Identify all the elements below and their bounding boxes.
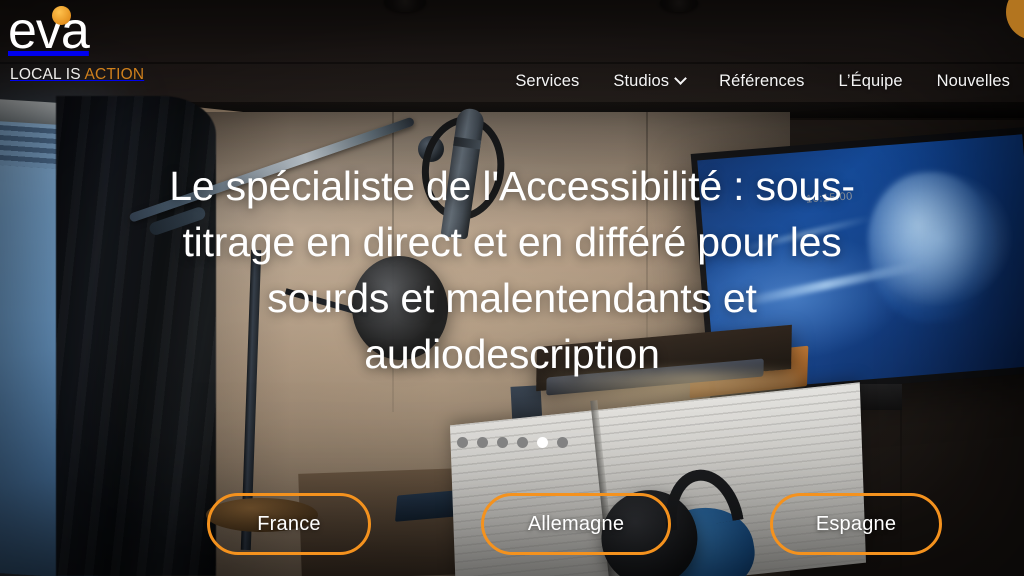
logo-tagline-local: LOCAL IS	[10, 66, 85, 83]
carousel-dot-6[interactable]	[556, 437, 568, 448]
nav-label: Services	[515, 72, 580, 90]
logo-tagline-action: ACTION	[84, 66, 145, 83]
carousel-dot-5[interactable]	[536, 437, 548, 448]
logo-dot-icon	[52, 6, 71, 25]
nav-item-lequipe[interactable]: L’Équipe	[839, 72, 903, 91]
carousel-dot-2[interactable]	[476, 437, 488, 448]
corner-accent-circle	[1006, 0, 1024, 40]
site-logo[interactable]: eva LOCAL IS ACTION	[8, 4, 168, 84]
carousel-dot-3[interactable]	[496, 437, 508, 448]
hero-slider: 10:15:00 eva LOCAL IS ACTION Services St…	[0, 0, 1024, 576]
hero-overlay: eva LOCAL IS ACTION Services Studios Réf…	[0, 0, 1024, 576]
nav-label: L’Équipe	[838, 72, 903, 90]
nav-item-nouvelles[interactable]: Nouvelles	[937, 72, 1010, 91]
chevron-down-icon	[674, 72, 688, 85]
nav-item-references[interactable]: Références	[719, 72, 804, 91]
nav-item-studios[interactable]: Studios	[613, 72, 688, 91]
carousel-dot-1[interactable]	[456, 437, 468, 448]
nav-label: Références	[719, 72, 805, 90]
logo-wordmark: eva	[8, 2, 90, 60]
logo-tagline: LOCAL IS ACTION	[10, 66, 168, 84]
hero-heading: Le spécialiste de l'Accessibilité : sous…	[169, 163, 855, 377]
nav-label: Studios	[613, 72, 670, 90]
country-button-allemagne[interactable]: Allemagne	[481, 493, 671, 555]
country-button-france[interactable]: France	[207, 493, 371, 555]
main-navigation: Services Studios Références L’Équipe Nou…	[515, 72, 1010, 91]
country-button-group: France Allemagne Espagne	[0, 493, 1024, 557]
carousel-dot-4[interactable]	[516, 437, 528, 448]
nav-label: Nouvelles	[936, 72, 1010, 90]
nav-item-services[interactable]: Services	[515, 72, 579, 91]
country-button-espagne[interactable]: Espagne	[770, 493, 942, 555]
carousel-dots	[0, 437, 1024, 448]
